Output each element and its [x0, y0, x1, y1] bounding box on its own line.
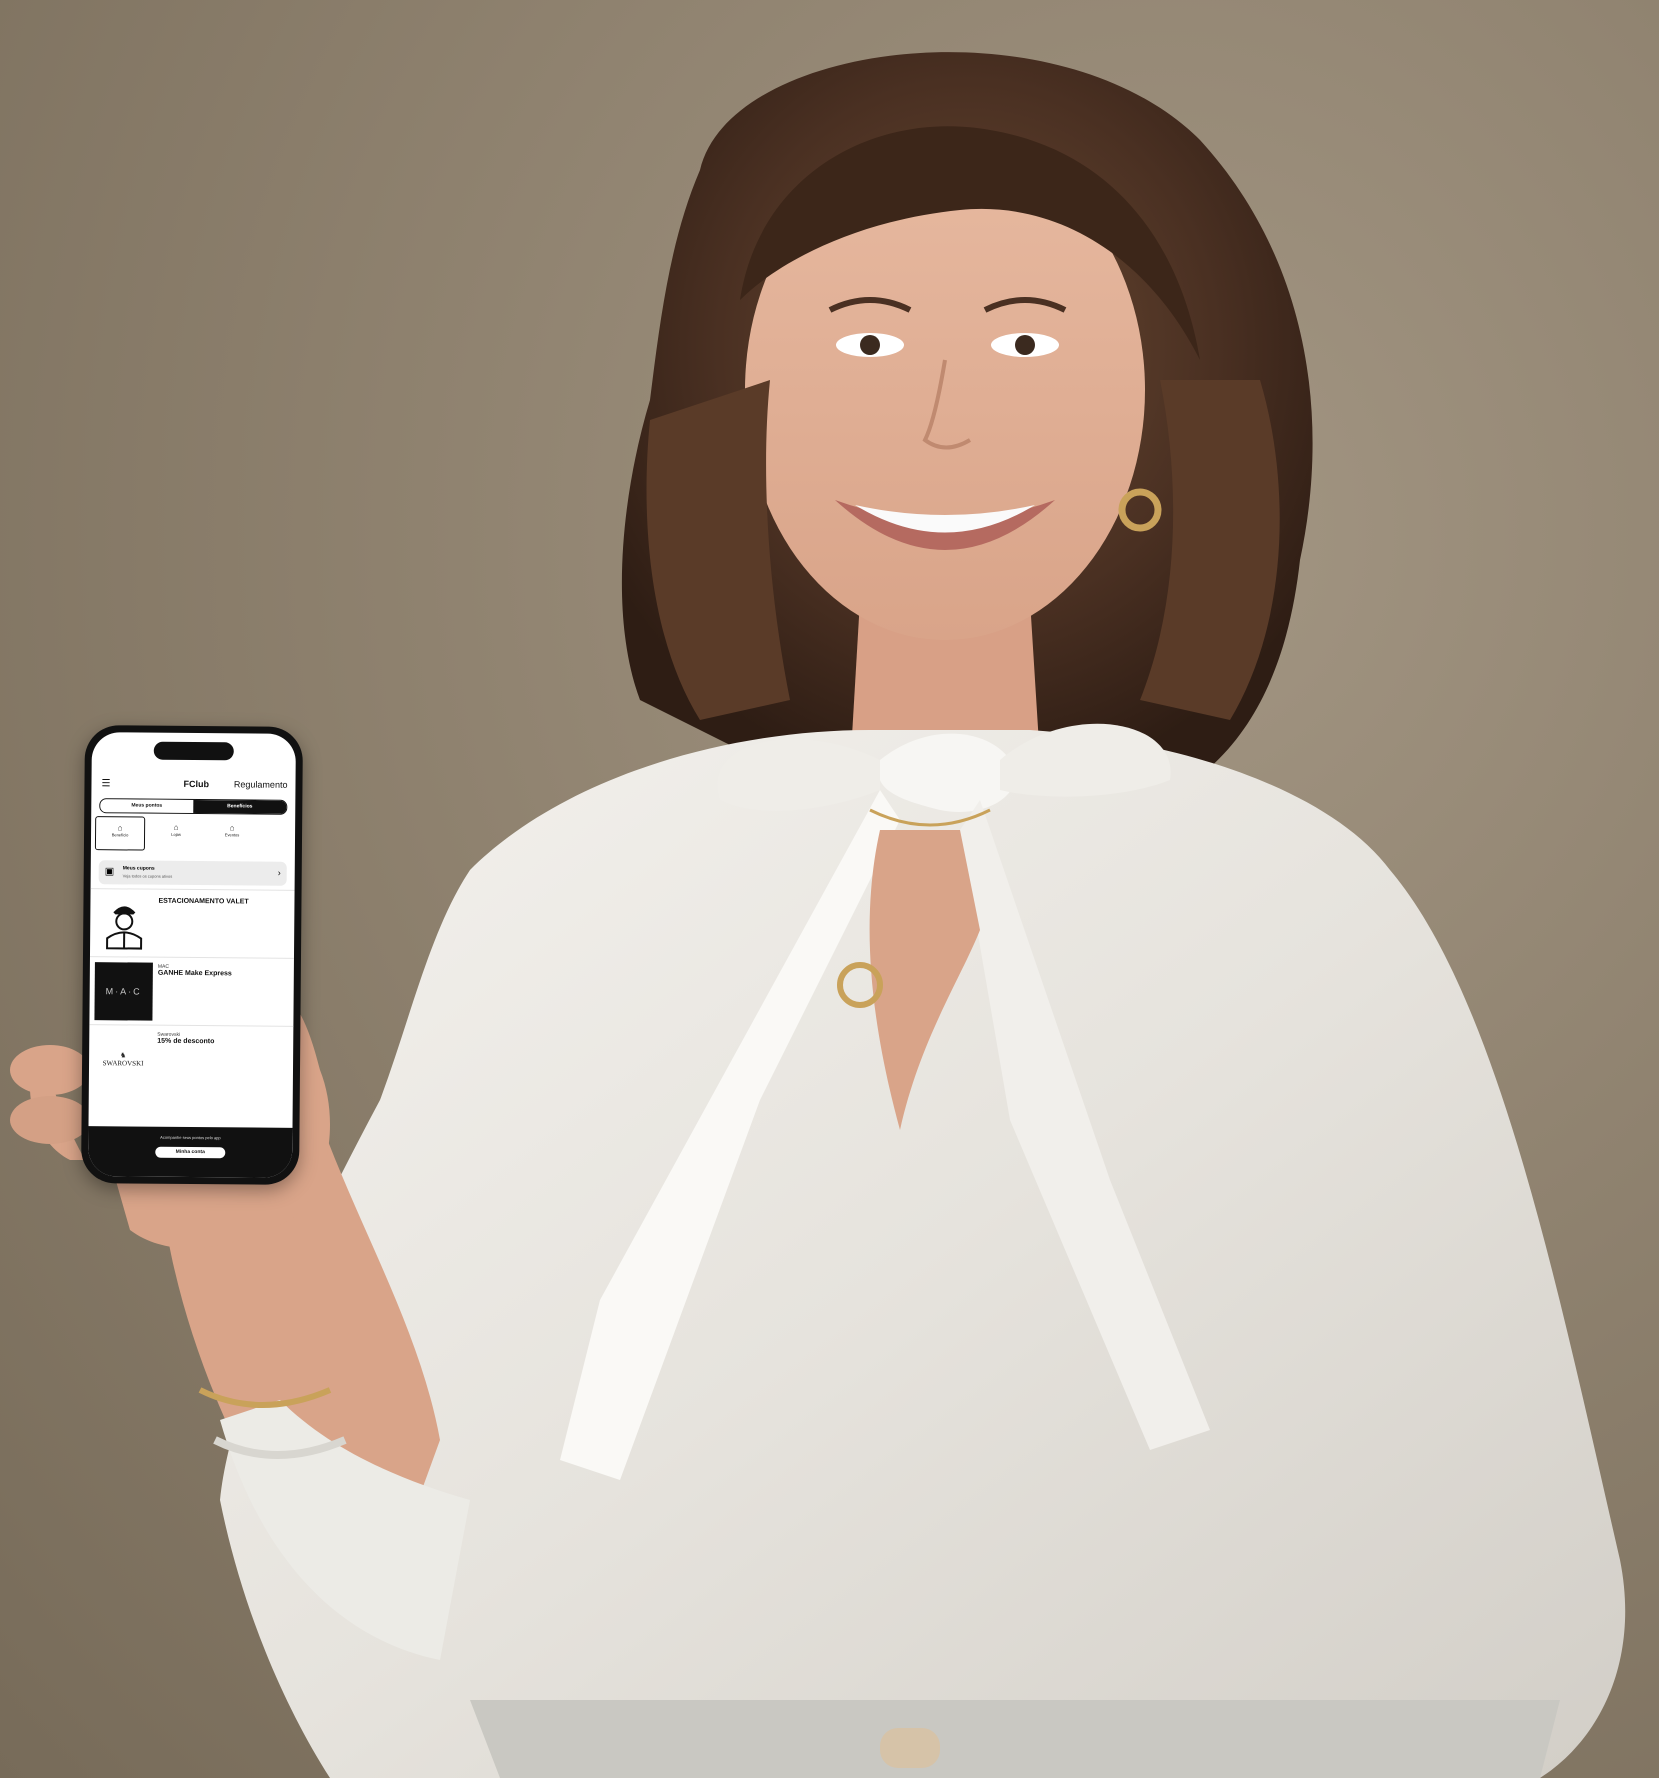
app-header: ☰ FClub Regulamento — [91, 776, 295, 794]
mac-logo: M·A·C — [94, 962, 153, 1021]
swarovski-wordmark: SWAROVSKI — [102, 1059, 144, 1068]
swarovski-logo: ♞ SWAROVSKI — [93, 1030, 153, 1089]
hamburger-menu-icon[interactable]: ☰ — [101, 778, 110, 789]
dynamic-island — [153, 741, 234, 761]
footer-text: Acompanhe seus pontos pelo app — [160, 1134, 221, 1141]
toggle-benefits[interactable]: Benefícios — [193, 800, 287, 814]
category-tab-stores[interactable]: ⌂ Lojas — [151, 817, 201, 851]
offer-item-mac[interactable]: M·A·C MAC GANHE Make Express — [89, 956, 294, 1027]
coupon-icon: ▣ — [104, 866, 115, 878]
chevron-right-icon: › — [277, 867, 281, 878]
category-tab-benefits[interactable]: ⌂ Benefício — [94, 816, 146, 851]
smartphone: ☰ FClub Regulamento Meus pontos Benefíci… — [81, 725, 303, 1185]
offer-item-valet[interactable]: ESTACIONAMENTO VALET — [89, 888, 295, 959]
coupons-title: Meus cupons — [122, 865, 155, 872]
rules-link[interactable]: Regulamento — [234, 779, 288, 789]
category-label: Lojas — [171, 831, 181, 837]
offer-title: ESTACIONAMENTO VALET — [158, 897, 249, 906]
my-coupons-banner[interactable]: ▣ Meus cupons Veja todos os cupons ativo… — [98, 860, 287, 886]
offer-title: GANHE Make Express — [157, 969, 232, 978]
belt-button — [880, 1728, 940, 1768]
category-label: Benefício — [111, 832, 129, 838]
my-account-button[interactable]: Minha conta — [155, 1146, 226, 1159]
bag-icon: ⌂ — [117, 823, 123, 833]
coupons-subtitle: Veja todos os cupons ativos — [122, 873, 173, 879]
bag-icon: ⌂ — [173, 822, 179, 832]
app-footer: Acompanhe seus pontos pelo app Minha con… — [88, 1126, 293, 1178]
category-tab-events[interactable]: ⌂ Eventos — [207, 817, 257, 851]
points-benefits-toggle: Meus pontos Benefícios — [99, 798, 288, 815]
offer-title: 15% de desconto — [157, 1037, 215, 1046]
bag-icon: ⌂ — [229, 823, 235, 833]
app-title: FClub — [183, 778, 210, 790]
trousers — [470, 1700, 1560, 1778]
phone-screen: ☰ FClub Regulamento Meus pontos Benefíci… — [88, 732, 296, 1178]
category-label: Eventos — [224, 832, 240, 838]
category-tabs: ⌂ Benefício ⌂ Lojas ⌂ Eventos — [94, 816, 295, 854]
valet-attendant-icon — [95, 894, 154, 953]
offer-item-swarovski[interactable]: ♞ SWAROVSKI Swarovski 15% de desconto — [88, 1024, 294, 1095]
swan-icon: ♞ — [119, 1051, 127, 1060]
toggle-my-points[interactable]: Meus pontos — [100, 799, 194, 814]
